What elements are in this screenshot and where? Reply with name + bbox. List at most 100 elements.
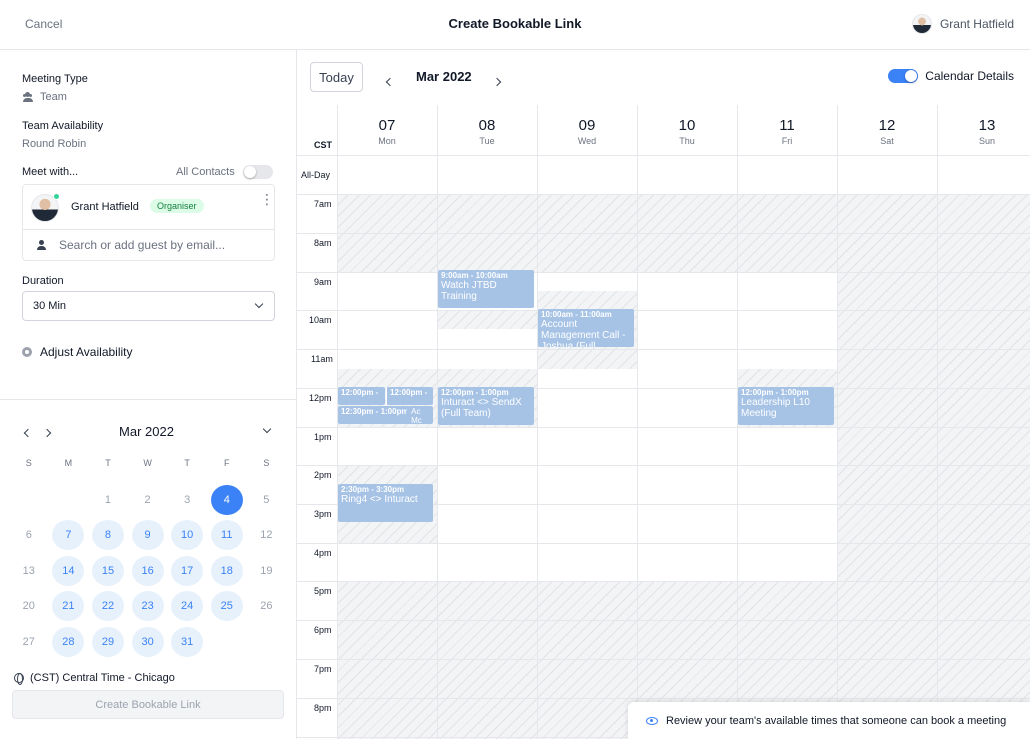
mini-day-available[interactable]: 31 [167, 624, 207, 660]
chevron-left-icon [385, 77, 395, 87]
day-of-week: Fri [781, 136, 793, 146]
mini-day-available[interactable]: 16 [128, 553, 168, 589]
day-header: 07 Mon [337, 117, 437, 146]
week-calendar: Today Mar 2022 Calendar Details CST All-… [297, 50, 1030, 739]
mini-day-empty [49, 482, 89, 518]
calendar-event[interactable]: 12:00pm - [386, 387, 433, 405]
hour-label: 7pm [314, 664, 332, 674]
mini-day-available[interactable]: 23 [128, 589, 168, 625]
mini-day-available[interactable]: 24 [167, 589, 207, 625]
prev-week-button[interactable] [385, 72, 399, 87]
event-title: Account Management Call - Joshua (Full [541, 319, 626, 347]
weekday-label: F [224, 458, 230, 468]
day-of-week: Sat [880, 136, 894, 146]
top-bar: Cancel Create Bookable Link Grant Hatfie… [0, 0, 1030, 50]
guest-name: Grant Hatfield [71, 201, 139, 213]
mini-day-available[interactable]: 25 [207, 589, 247, 625]
grid-line [537, 105, 538, 739]
grid-line [297, 155, 1030, 156]
grid-line [297, 465, 1030, 466]
mini-day: 2 [144, 493, 151, 506]
mini-day-available[interactable]: 28 [49, 624, 89, 660]
hour-label: 8am [314, 238, 332, 248]
guest-search-input[interactable] [59, 237, 269, 253]
user-menu[interactable]: Grant Hatfield [911, 14, 1014, 34]
page-title: Create Bookable Link [448, 16, 582, 31]
event-time: 2:30pm - 3:30pm [341, 485, 405, 494]
day-number: 07 [378, 117, 396, 134]
mini-day-available[interactable]: 10 [167, 518, 207, 554]
globe-icon [14, 673, 24, 685]
day-of-week: Thu [679, 136, 695, 146]
mini-day-available[interactable]: 14 [49, 553, 89, 589]
day-number: 12 [878, 117, 896, 134]
today-button[interactable]: Today [310, 62, 363, 92]
calendar-event[interactable]: 12:30pm - 1:00pm Ac Mc [338, 406, 433, 424]
calendar-event[interactable]: 12:00pm - 1:00pm Inturact <> SendX (Full … [438, 387, 534, 425]
calendar-event[interactable]: 12:00pm - 1:00pm Leadership L10 Meeting [738, 387, 834, 425]
mini-day-available[interactable]: 8 [88, 518, 128, 554]
duration-select[interactable]: 30 Min [22, 291, 275, 321]
mini-day-available[interactable]: 18 [207, 553, 247, 589]
mini-day-available[interactable]: 11 [207, 518, 247, 554]
add-user-icon [37, 240, 49, 250]
calendar-event[interactable]: 2:30pm - 3:30pm Ring4 <> Inturact [338, 484, 433, 522]
event-time: 12:30pm - 1:00pm [341, 407, 408, 416]
mini-day-available[interactable]: 29 [88, 624, 128, 660]
mini-calendar-weekdays: S M T W T F S [9, 458, 286, 468]
team-availability-value: Round Robin [22, 138, 87, 150]
mini-day-available[interactable]: 22 [88, 589, 128, 625]
grid-line [297, 543, 1030, 544]
grid-line [297, 272, 1030, 273]
mini-day: 26 [260, 600, 273, 613]
timezone-label: (CST) Central Time - Chicago [30, 672, 175, 684]
mini-day-available[interactable]: 9 [128, 518, 168, 554]
chevron-right-icon [492, 77, 502, 87]
mini-day-selected[interactable]: 4 [207, 482, 247, 518]
mini-day: 13 [22, 564, 35, 577]
day-header: 13 Sun [937, 117, 1030, 146]
grid-line [937, 105, 938, 739]
day-header: 09 Wed [537, 117, 637, 146]
hour-label: 12pm [309, 393, 332, 403]
calendar-details-toggle-row: Calendar Details [888, 69, 1014, 83]
weekday-label: S [25, 458, 32, 468]
calendar-event[interactable]: 12:00pm - [338, 387, 385, 405]
mini-day-available[interactable]: 15 [88, 553, 128, 589]
hour-label: 2pm [314, 470, 332, 480]
hour-label: 3pm [314, 509, 332, 519]
hour-label: 1pm [314, 432, 332, 442]
weekday-label: M [64, 458, 73, 468]
mini-day: 12 [260, 529, 273, 542]
mini-day-available[interactable]: 17 [167, 553, 207, 589]
hour-label: 4pm [314, 548, 332, 558]
divider [0, 399, 296, 400]
mini-day: 3 [184, 493, 191, 506]
timezone-selector[interactable]: (CST) Central Time - Chicago [14, 672, 175, 685]
grid-line [637, 105, 638, 739]
hour-label: 8pm [314, 703, 332, 713]
adjust-availability-button[interactable]: Adjust Availability [22, 345, 133, 359]
calendar-details-label: Calendar Details [925, 69, 1014, 83]
day-number: 10 [678, 117, 696, 134]
day-of-week: Sun [978, 136, 995, 146]
mini-calendar-days: 1 2 3 4 5 6 7 8 9 10 11 12 13 14 15 16 1… [9, 482, 286, 660]
mini-day-available[interactable]: 7 [49, 518, 89, 554]
avatar [911, 14, 932, 34]
unavailable-block [437, 310, 537, 329]
create-bookable-link-button[interactable]: Create Bookable Link [12, 690, 284, 719]
event-time: 12:00pm - [390, 388, 428, 397]
event-title: Ac Mc [411, 407, 422, 424]
meeting-type-label: Meeting Type [22, 73, 88, 85]
calendar-month: Mar 2022 [416, 69, 472, 84]
calendar-event[interactable]: 10:00am - 11:00am Account Management Call… [538, 309, 634, 347]
timezone-abbr: CST [314, 140, 332, 150]
all-contacts-toggle[interactable] [242, 165, 273, 179]
calendar-event[interactable]: 9:00am - 10:00am Watch JTBD Training [438, 270, 534, 308]
next-week-button[interactable] [492, 72, 506, 87]
calendar-details-toggle[interactable] [888, 69, 919, 83]
mini-day-available[interactable]: 30 [128, 624, 168, 660]
mini-day-available[interactable]: 21 [49, 589, 89, 625]
more-options-icon[interactable]: ⋮ [260, 192, 274, 211]
weekday-label: W [143, 458, 152, 468]
